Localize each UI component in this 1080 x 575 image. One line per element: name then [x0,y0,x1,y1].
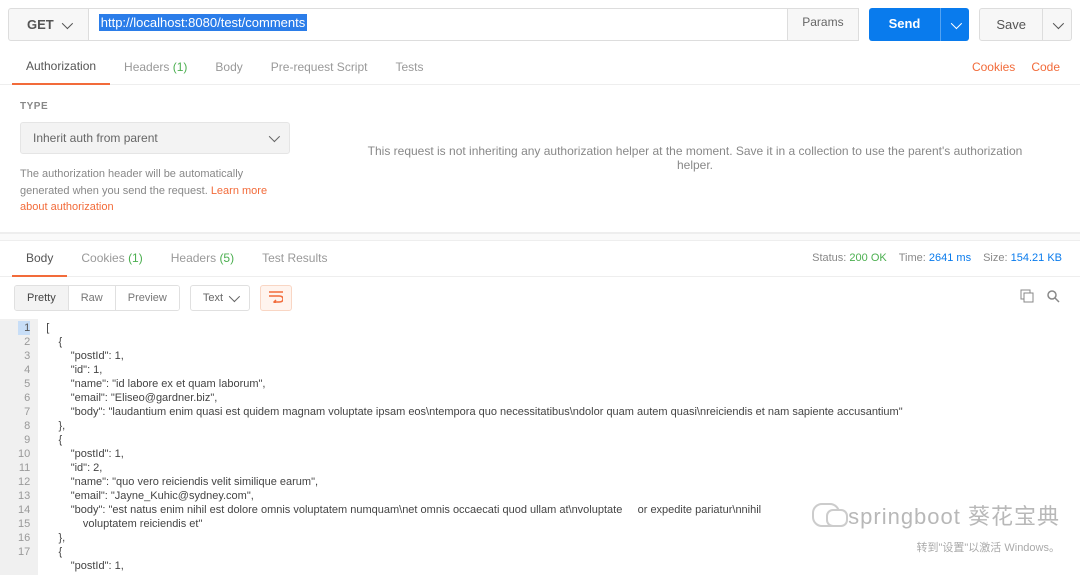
format-select[interactable]: Text [190,285,250,311]
auth-type-select[interactable]: Inherit auth from parent [20,122,290,154]
http-method-select[interactable]: GET [8,8,89,41]
search-button[interactable] [1040,285,1066,310]
url-text: http://localhost:8080/test/comments [99,14,308,31]
code-link[interactable]: Code [1023,50,1068,84]
request-tabs: Authorization Headers (1) Body Pre-reque… [0,49,1080,85]
chevron-down-icon [229,290,240,301]
save-dropdown[interactable] [1043,8,1072,41]
params-button[interactable]: Params [788,8,858,41]
wrap-lines-button[interactable] [260,285,292,311]
search-icon [1046,289,1060,303]
res-tab-headers[interactable]: Headers (5) [157,241,248,275]
wrap-icon [269,291,283,303]
response-tabs: Body Cookies (1) Headers (5) Test Result… [0,241,1080,277]
tab-headers[interactable]: Headers (1) [110,50,201,84]
send-dropdown[interactable] [940,8,969,41]
url-input[interactable]: http://localhost:8080/test/comments [89,8,788,41]
status-meta: Status: 200 OK [806,252,893,264]
tab-tests[interactable]: Tests [381,50,437,84]
auth-message: This request is not inheriting any autho… [310,85,1080,232]
size-meta: Size: 154.21 KB [977,252,1068,264]
tab-body[interactable]: Body [201,50,256,84]
res-tab-test-results[interactable]: Test Results [248,241,341,275]
tab-authorization[interactable]: Authorization [12,49,110,85]
chevron-down-icon [951,17,962,28]
res-tab-cookies[interactable]: Cookies (1) [67,241,156,275]
method-label: GET [27,17,54,32]
view-pretty[interactable]: Pretty [15,286,68,310]
copy-icon [1020,289,1034,303]
auth-description: The authorization header will be automat… [20,166,290,216]
cookies-link[interactable]: Cookies [964,50,1023,84]
code-content[interactable]: [ { "postId": 1, "id": 1, "name": "id la… [38,319,1080,575]
tab-prerequest[interactable]: Pre-request Script [257,50,382,84]
response-body: 1234567891011121314151617 [ { "postId": … [0,319,1080,575]
panel-divider[interactable] [0,233,1080,241]
copy-button[interactable] [1014,285,1040,310]
time-meta: Time: 2641 ms [893,252,977,264]
chevron-down-icon [61,17,72,28]
res-tab-body[interactable]: Body [12,241,67,277]
view-raw[interactable]: Raw [68,286,115,310]
view-preview[interactable]: Preview [115,286,179,310]
line-gutter: 1234567891011121314151617 [0,319,38,575]
auth-type-label: TYPE [20,101,290,112]
save-button[interactable]: Save [979,8,1043,41]
send-button[interactable]: Send [869,8,941,41]
chevron-down-icon [269,131,280,142]
chevron-down-icon [1053,17,1064,28]
